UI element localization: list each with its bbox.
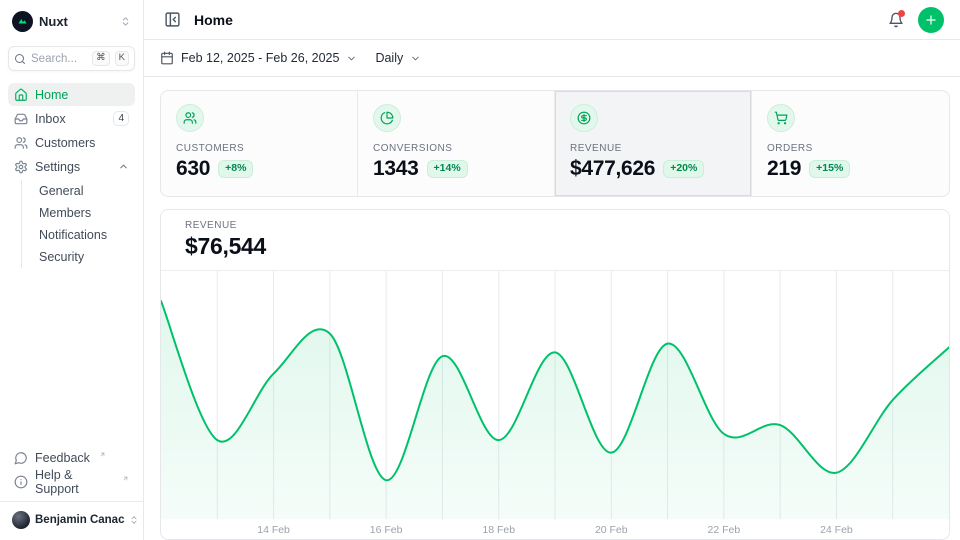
chevrons-up-down-icon [129, 515, 139, 525]
chart-title: REVENUE [185, 220, 925, 231]
stats-row: CUSTOMERS 630 +8% CONVERSIONS 1343 +14% [160, 90, 950, 197]
sidebar-item-label: Help & Support [35, 468, 113, 496]
stat-value: 630 [176, 157, 210, 181]
stat-label: CONVERSIONS [373, 143, 539, 154]
plus-icon [924, 13, 938, 27]
inbox-icon [14, 112, 28, 126]
svg-text:14 Feb: 14 Feb [257, 525, 290, 536]
sidebar-item-settings[interactable]: Settings [8, 155, 135, 178]
sidebar: Nuxt Search... ⌘ K Home Inbox [0, 0, 144, 540]
collapse-sidebar-button[interactable] [160, 8, 184, 32]
sidebar-item-feedback[interactable]: Feedback [8, 446, 135, 469]
main-area: Home Feb 12, 2025 - Feb 26, 2025 [144, 0, 960, 540]
stat-label: REVENUE [570, 143, 736, 154]
user-menu[interactable]: Benjamin Canac [8, 508, 135, 532]
svg-text:24 Feb: 24 Feb [820, 525, 853, 536]
gear-icon [14, 160, 28, 174]
chevron-up-icon [118, 161, 129, 172]
sidebar-item-members[interactable]: Members [35, 202, 135, 224]
chart-header: REVENUE $76,544 [161, 210, 949, 271]
stat-delta-badge: +14% [427, 160, 468, 178]
stat-label: CUSTOMERS [176, 143, 342, 154]
svg-text:16 Feb: 16 Feb [370, 525, 403, 536]
stat-card-orders[interactable]: ORDERS 219 +15% [752, 91, 949, 196]
stat-value: 219 [767, 157, 801, 181]
date-range-value: Feb 12, 2025 - Feb 26, 2025 [181, 51, 339, 65]
sidebar-item-inbox[interactable]: Inbox 4 [8, 107, 135, 130]
period-value: Daily [375, 51, 403, 65]
add-button[interactable] [918, 7, 944, 33]
sidebar-item-label: Home [35, 88, 68, 102]
chevrons-up-down-icon [120, 16, 131, 27]
sidebar-item-notifications[interactable]: Notifications [35, 224, 135, 246]
external-link-icon [99, 451, 106, 458]
pie-chart-icon [373, 104, 401, 132]
nuxt-logo-icon [12, 11, 33, 32]
sidebar-item-security[interactable]: Security [35, 246, 135, 268]
filters-toolbar: Feb 12, 2025 - Feb 26, 2025 Daily [144, 40, 960, 77]
search-placeholder: Search... [31, 53, 87, 65]
kbd-cmd: ⌘ [92, 51, 110, 65]
chevron-down-icon [410, 53, 421, 64]
page-content: CUSTOMERS 630 +8% CONVERSIONS 1343 +14% [144, 77, 960, 540]
sidebar-item-label: Feedback [35, 451, 90, 465]
stat-value: $477,626 [570, 157, 655, 181]
sidebar-item-label: Customers [35, 136, 95, 150]
page-title: Home [194, 12, 233, 28]
stat-delta-badge: +15% [809, 160, 850, 178]
stat-delta-badge: +20% [663, 160, 704, 178]
calendar-icon [160, 51, 174, 65]
shopping-cart-icon [767, 104, 795, 132]
stat-card-customers[interactable]: CUSTOMERS 630 +8% [161, 91, 358, 196]
info-circle-icon [14, 475, 28, 489]
app-window: Nuxt Search... ⌘ K Home Inbox [0, 0, 960, 540]
sidebar-item-label: Inbox [35, 112, 66, 126]
message-circle-icon [14, 451, 28, 465]
chevron-down-icon [346, 53, 357, 64]
notifications-button[interactable] [884, 8, 908, 32]
svg-text:18 Feb: 18 Feb [482, 525, 515, 536]
stat-label: ORDERS [767, 143, 934, 154]
sidebar-nav: Home Inbox 4 Customers Settings [8, 83, 135, 270]
panel-left-close-icon [164, 11, 181, 28]
svg-text:20 Feb: 20 Feb [595, 525, 628, 536]
period-select[interactable]: Daily [375, 51, 421, 65]
svg-text:22 Feb: 22 Feb [708, 525, 741, 536]
sidebar-item-label: Settings [35, 160, 80, 174]
sidebar-item-help-support[interactable]: Help & Support [8, 470, 135, 493]
users-icon [14, 136, 28, 150]
sidebar-item-customers[interactable]: Customers [8, 131, 135, 154]
sidebar-item-general[interactable]: General [35, 180, 135, 202]
revenue-chart-card: REVENUE $76,544 14 Feb 16 Feb 18 Feb 20 Feb… [160, 209, 950, 540]
date-range-picker[interactable]: Feb 12, 2025 - Feb 26, 2025 [160, 51, 357, 65]
sidebar-item-home[interactable]: Home [8, 83, 135, 106]
kbd-k: K [115, 51, 129, 65]
topbar-actions [884, 7, 944, 33]
stat-delta-badge: +8% [218, 160, 253, 178]
search-icon [14, 53, 26, 65]
avatar [12, 511, 30, 529]
inbox-count-badge: 4 [113, 111, 129, 126]
workspace-switcher[interactable]: Nuxt [8, 8, 135, 34]
external-link-icon [122, 475, 129, 482]
notification-dot [898, 10, 905, 17]
chart-current-value: $76,544 [185, 233, 925, 259]
settings-sub-list: General Members Notifications Security [21, 180, 135, 268]
revenue-area-chart[interactable]: 14 Feb 16 Feb 18 Feb 20 Feb 22 Feb 24 Feb [161, 271, 949, 539]
sidebar-divider [0, 501, 143, 502]
topbar: Home [144, 0, 960, 40]
stat-card-conversions[interactable]: CONVERSIONS 1343 +14% [358, 91, 555, 196]
search-input[interactable]: Search... ⌘ K [8, 46, 135, 71]
stat-value: 1343 [373, 157, 419, 181]
dollar-sign-icon [570, 104, 598, 132]
workspace-name: Nuxt [39, 14, 114, 29]
sidebar-footer: Feedback Help & Support Benjamin Canac [8, 446, 135, 532]
home-icon [14, 88, 28, 102]
stat-card-revenue[interactable]: REVENUE $477,626 +20% [555, 91, 752, 196]
users-icon [176, 104, 204, 132]
user-name: Benjamin Canac [35, 514, 124, 526]
